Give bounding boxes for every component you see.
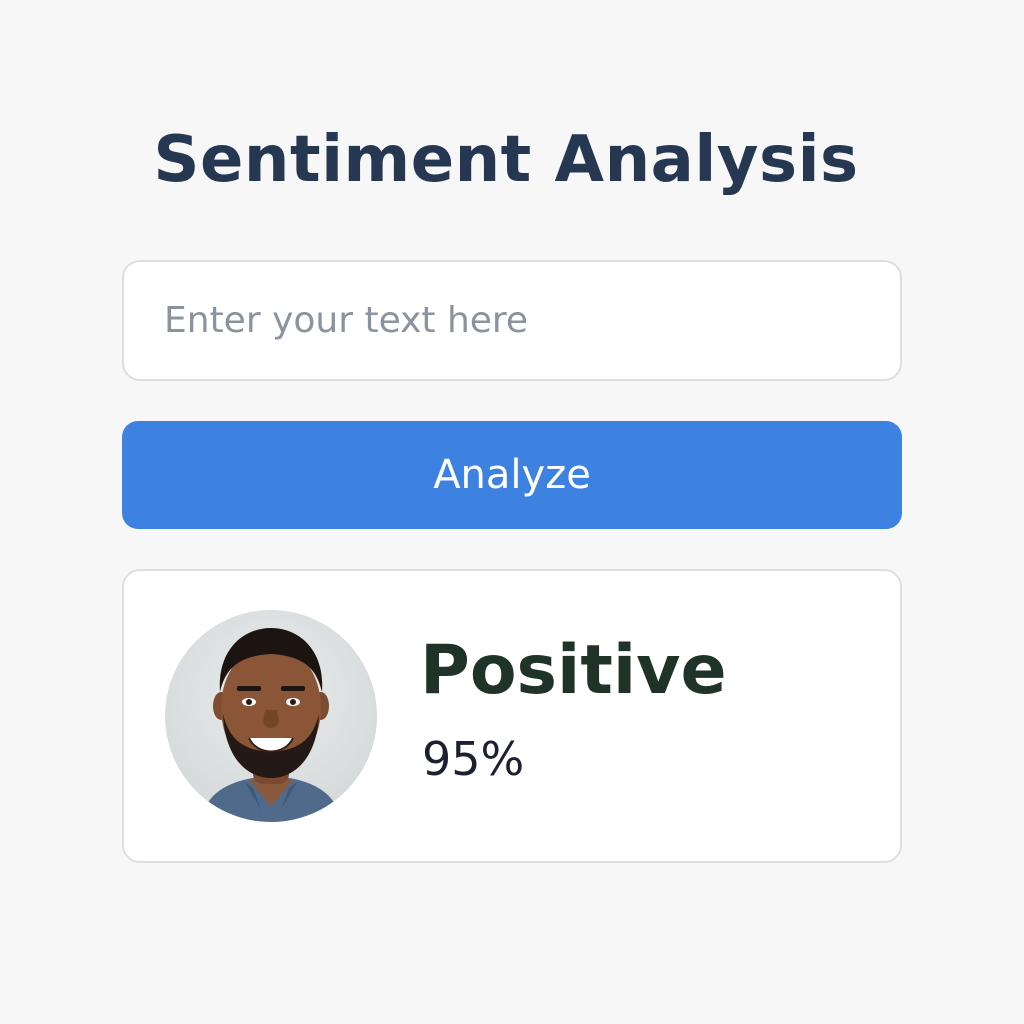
sentiment-label: Positive	[420, 631, 727, 710]
analyze-button[interactable]: Analyze	[122, 421, 902, 529]
page-title: Sentiment Analysis	[153, 123, 859, 197]
result-card: Positive 95%	[122, 569, 902, 863]
confidence-value: 95%	[422, 732, 525, 786]
person-avatar-icon	[201, 628, 341, 822]
text-input[interactable]	[122, 260, 902, 381]
avatar	[165, 610, 377, 822]
